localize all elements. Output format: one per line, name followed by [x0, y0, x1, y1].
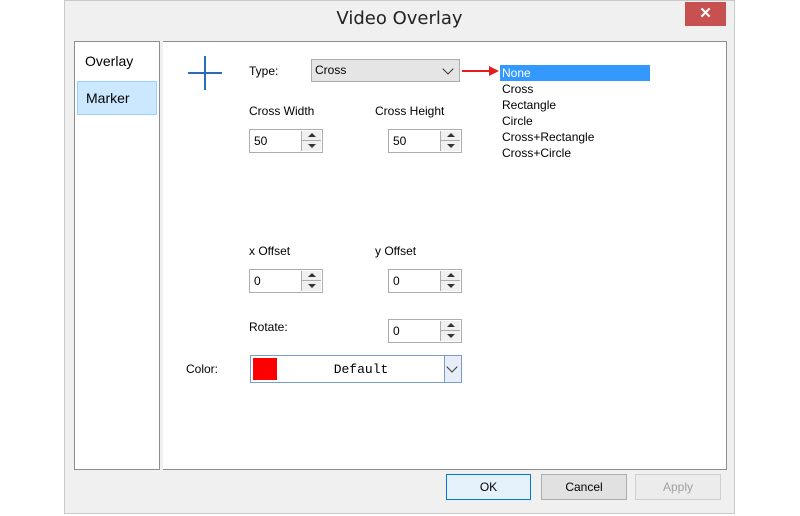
- close-button[interactable]: ✕: [685, 2, 726, 26]
- spin-down-icon[interactable]: [441, 331, 460, 341]
- cross-height-stepper[interactable]: 50: [388, 129, 462, 153]
- spin-up-icon[interactable]: [302, 131, 321, 141]
- color-dropdown-button[interactable]: [444, 356, 461, 382]
- sidebar: Overlay Marker: [74, 41, 160, 470]
- window-title: Video Overlay: [336, 8, 463, 29]
- y-offset-value: 0: [393, 274, 400, 288]
- spin-down-icon[interactable]: [441, 281, 460, 291]
- spin-up-icon[interactable]: [441, 271, 460, 281]
- sidebar-item-marker[interactable]: Marker: [77, 81, 157, 115]
- spin-down-icon[interactable]: [441, 141, 460, 151]
- chevron-down-icon: [442, 63, 454, 75]
- x-offset-label: x Offset: [249, 244, 291, 258]
- x-offset-stepper[interactable]: 0: [249, 269, 323, 293]
- cross-height-label: Cross Height: [375, 104, 445, 118]
- spin-down-icon[interactable]: [302, 281, 321, 291]
- sidebar-item-label: Overlay: [85, 53, 134, 69]
- chevron-down-icon: [446, 361, 458, 373]
- spin-up-icon[interactable]: [441, 131, 460, 141]
- option-cross[interactable]: Cross: [500, 81, 650, 97]
- spin-up-icon[interactable]: [441, 321, 460, 331]
- cross-width-label: Cross Width: [249, 104, 315, 118]
- color-swatch: [253, 358, 277, 380]
- y-offset-stepper[interactable]: 0: [388, 269, 462, 293]
- sidebar-item-overlay[interactable]: Overlay: [77, 44, 157, 78]
- type-label: Type:: [249, 64, 279, 78]
- rotate-stepper[interactable]: 0: [388, 319, 462, 343]
- cross-icon: [188, 56, 222, 90]
- apply-button[interactable]: Apply: [635, 474, 721, 500]
- cross-height-value: 50: [393, 134, 407, 148]
- cancel-button[interactable]: Cancel: [541, 474, 627, 500]
- type-select[interactable]: Cross: [311, 59, 460, 82]
- ok-button[interactable]: OK: [446, 474, 531, 500]
- arrow-right-icon: [462, 66, 499, 76]
- option-rectangle[interactable]: Rectangle: [500, 97, 650, 113]
- option-none[interactable]: None: [500, 65, 650, 81]
- sidebar-item-label: Marker: [86, 90, 130, 106]
- color-select-value: Default: [333, 362, 389, 377]
- option-cross-rectangle[interactable]: Cross+Rectangle: [500, 129, 650, 145]
- option-cross-circle[interactable]: Cross+Circle: [500, 145, 650, 161]
- close-icon: ✕: [699, 5, 712, 22]
- cross-width-stepper[interactable]: 50: [249, 129, 323, 153]
- y-offset-label: y Offset: [375, 244, 417, 258]
- spin-up-icon[interactable]: [302, 271, 321, 281]
- color-select[interactable]: Default: [250, 355, 462, 383]
- title-bar: Video Overlay ✕: [65, 1, 734, 39]
- rotate-label: Rotate:: [249, 320, 288, 334]
- color-label: Color:: [186, 362, 219, 376]
- cross-width-value: 50: [254, 134, 268, 148]
- type-select-value: Cross: [315, 63, 347, 77]
- rotate-value: 0: [393, 324, 400, 338]
- option-circle[interactable]: Circle: [500, 113, 650, 129]
- type-options-list: None Cross Rectangle Circle Cross+Rectan…: [500, 65, 650, 161]
- spin-down-icon[interactable]: [302, 141, 321, 151]
- x-offset-value: 0: [254, 274, 261, 288]
